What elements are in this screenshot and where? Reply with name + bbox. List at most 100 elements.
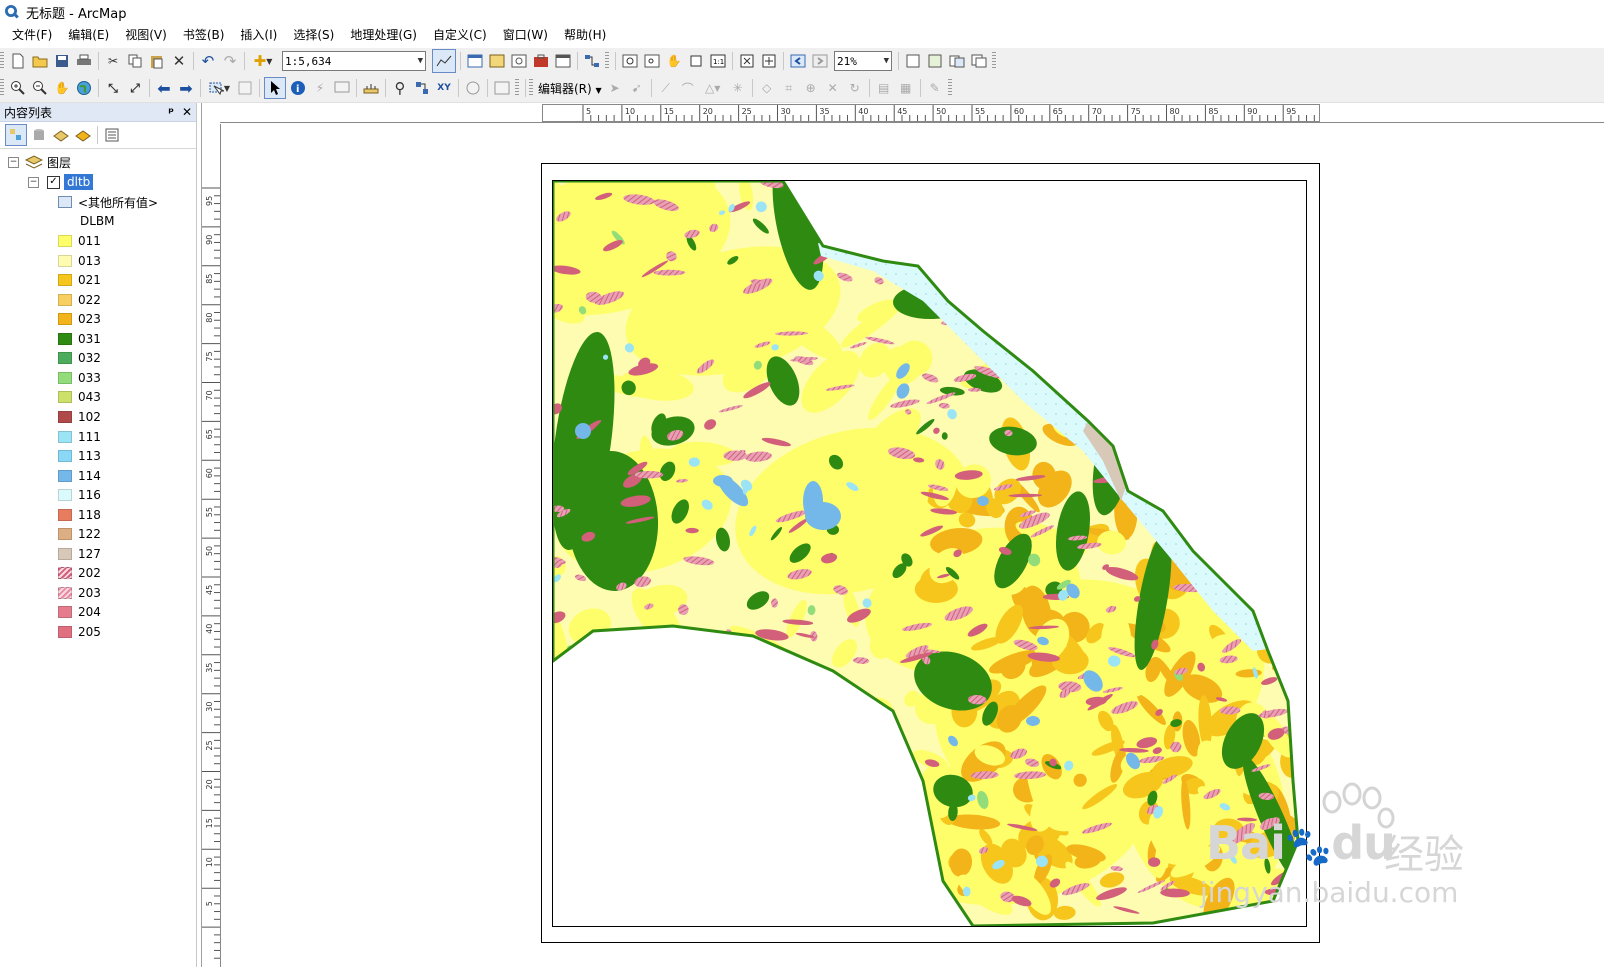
data-frame[interactable] (551, 179, 1307, 928)
paste-icon[interactable] (147, 51, 167, 71)
hyperlink-icon[interactable]: ⚡ (310, 78, 330, 98)
modelbuilder-icon[interactable] (582, 51, 602, 71)
redo-icon[interactable]: ↷ (220, 51, 240, 71)
layout-zoom-in-icon[interactable] (620, 51, 640, 71)
legend-item[interactable]: 122 (58, 525, 101, 543)
toolbar-overflow-icon[interactable] (947, 79, 952, 97)
legend-item[interactable]: 031 (58, 330, 101, 348)
save-icon[interactable] (52, 51, 72, 71)
legend-item[interactable]: 033 (58, 369, 101, 387)
search-window-icon[interactable] (509, 51, 529, 71)
editor-toolbar-icon[interactable] (432, 49, 456, 73)
forward-arrow-icon[interactable]: ➡ (176, 78, 196, 98)
legend-item[interactable]: 205 (58, 623, 101, 641)
straight-segment-icon[interactable]: ⟋ (656, 78, 676, 98)
layout-zoom-out-icon[interactable] (642, 51, 662, 71)
legend-item[interactable]: 204 (58, 603, 101, 621)
clear-selection-icon[interactable] (235, 78, 255, 98)
tree-root-layers[interactable]: − 图层 (8, 153, 71, 171)
change-layout-icon[interactable] (947, 51, 967, 71)
list-by-source-icon[interactable] (29, 125, 49, 145)
legend-item[interactable]: 013 (58, 252, 101, 270)
back-arrow-icon[interactable]: ⬅ (154, 78, 174, 98)
undo-icon[interactable]: ↶ (198, 51, 218, 71)
legend-item[interactable]: 102 (58, 408, 101, 426)
catalog-window-icon[interactable] (487, 51, 507, 71)
options-icon[interactable] (102, 125, 122, 145)
list-by-visibility-icon[interactable] (51, 125, 71, 145)
menu-windows[interactable]: 窗口(W) (495, 24, 556, 46)
focus-data-frame-icon[interactable] (925, 51, 945, 71)
cut-icon[interactable]: ✂ (103, 51, 123, 71)
go-forward-extent-icon[interactable] (810, 51, 830, 71)
legend-item[interactable]: 203 (58, 584, 101, 602)
add-data-icon[interactable]: ✚ ▼ (249, 51, 277, 71)
fixed-zoom-in-icon[interactable]: ⤡ (103, 78, 123, 98)
legend-item[interactable]: 011 (58, 232, 101, 250)
viewer-window-icon[interactable] (492, 78, 512, 98)
layer-visibility-checkbox[interactable]: ✓ (47, 175, 60, 189)
create-features-icon[interactable]: ✎ (925, 78, 945, 98)
menu-bookmarks[interactable]: 书签(B) (175, 24, 233, 46)
collapse-icon[interactable]: − (28, 176, 39, 188)
fixed-zoom-out-icon[interactable]: ⤢ (125, 78, 145, 98)
find-route-icon[interactable] (412, 78, 432, 98)
cut-polygons-icon[interactable]: ⊕ (801, 78, 821, 98)
legend-item[interactable]: 043 (58, 388, 101, 406)
legend-item[interactable]: 202 (58, 564, 101, 582)
zoom-100-percent-icon[interactable]: 1:1 (708, 51, 728, 71)
legend-item[interactable]: 118 (58, 506, 101, 524)
open-folder-icon[interactable] (30, 51, 50, 71)
go-to-xy-icon[interactable]: XY (434, 78, 454, 98)
fixed-zoom-out-icon[interactable] (759, 51, 779, 71)
toolbar-grip[interactable] (0, 52, 4, 70)
fixed-zoom-in-icon[interactable] (737, 51, 757, 71)
toolbar-overflow-icon[interactable] (515, 79, 519, 97)
zoom-in-icon[interactable] (8, 78, 28, 98)
pin-icon[interactable]: ᵖ (168, 105, 174, 119)
list-by-selection-icon[interactable] (73, 125, 93, 145)
table-of-contents-window-icon[interactable] (465, 51, 485, 71)
delete-icon[interactable]: ✕ (169, 51, 189, 71)
menu-selection[interactable]: 选择(S) (285, 24, 342, 46)
trace-icon[interactable]: △ ▼ (700, 78, 726, 98)
layer-name[interactable]: dltb (64, 174, 94, 190)
collapse-icon[interactable]: − (8, 156, 19, 168)
time-slider-icon[interactable] (463, 78, 483, 98)
list-by-drawing-order-icon[interactable] (5, 124, 27, 146)
legend-item[interactable]: 111 (58, 428, 101, 446)
menu-help[interactable]: 帮助(H) (556, 24, 614, 46)
map-scale-combo[interactable]: 1:5,634 ▼ (282, 51, 426, 71)
toggle-draft-mode-icon[interactable] (903, 51, 923, 71)
copy-icon[interactable] (125, 51, 145, 71)
layout-pan-icon[interactable]: ✋ (664, 51, 684, 71)
tree-layer-dltb[interactable]: − ✓ dltb (28, 173, 94, 191)
end-point-arc-icon[interactable]: ⌒ (678, 78, 698, 98)
legend-item[interactable]: 023 (58, 310, 101, 328)
layout-zoom-combo[interactable]: 21% ▼ (834, 51, 892, 71)
rotate-tool-icon[interactable]: ↻ (845, 78, 865, 98)
menu-file[interactable]: 文件(F) (4, 24, 60, 46)
select-features-icon[interactable]: ▼ (205, 78, 233, 98)
reshape-feature-icon[interactable]: ⌗ (779, 78, 799, 98)
menu-insert[interactable]: 插入(I) (232, 24, 285, 46)
close-icon[interactable]: ✕ (182, 105, 192, 119)
identify-icon[interactable]: i (288, 78, 308, 98)
legend-item[interactable]: 116 (58, 486, 101, 504)
data-driven-pages-icon[interactable] (969, 51, 989, 71)
legend-item[interactable]: 127 (58, 545, 101, 563)
legend-item[interactable]: 021 (58, 271, 101, 289)
toolbar-overflow-icon[interactable] (605, 52, 609, 70)
full-extent-globe-icon[interactable] (74, 78, 94, 98)
editor-menu[interactable]: 编辑器(R) ▼ (538, 80, 602, 97)
arctoolbox-icon[interactable] (531, 51, 551, 71)
toolbar-grip[interactable] (529, 79, 533, 97)
legend-item[interactable]: 113 (58, 447, 101, 465)
zoom-whole-page-icon[interactable] (686, 51, 706, 71)
zoom-out-icon[interactable] (30, 78, 50, 98)
select-elements-icon[interactable] (264, 77, 286, 99)
measure-icon[interactable] (361, 78, 381, 98)
sketch-properties-icon[interactable]: ▦ (896, 78, 916, 98)
legend-item[interactable]: 032 (58, 349, 101, 367)
legend-item[interactable]: 114 (58, 467, 101, 485)
